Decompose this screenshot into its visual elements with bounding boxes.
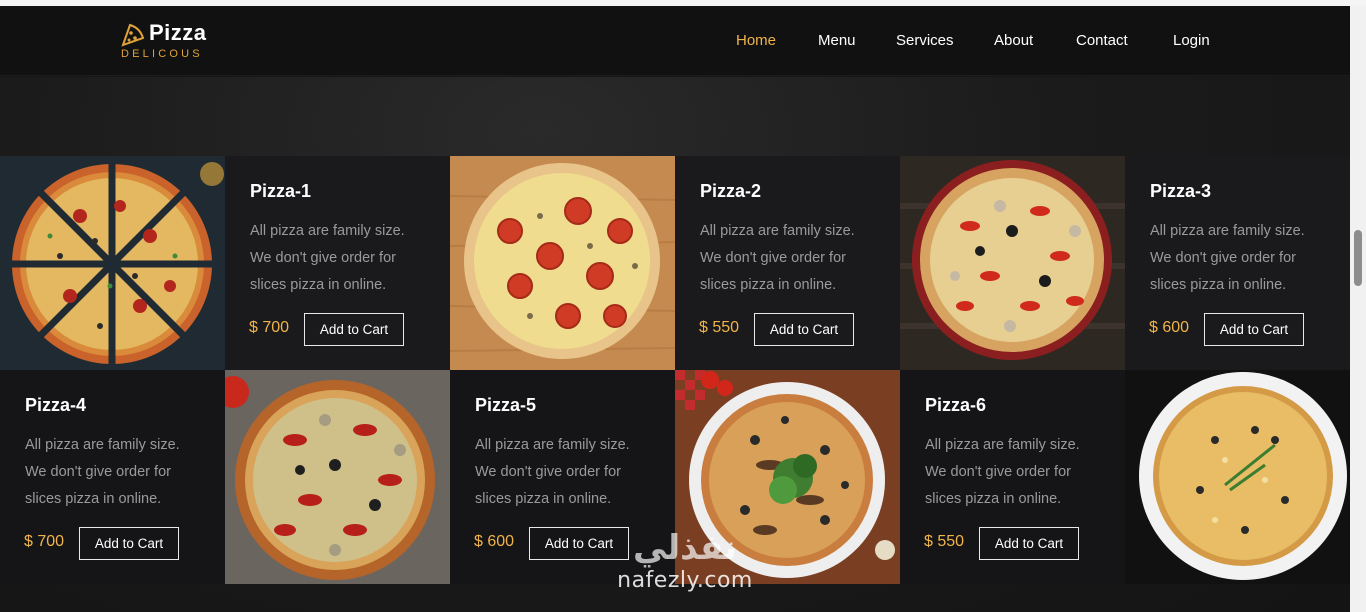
nav-login[interactable]: Login <box>1173 32 1210 49</box>
product-description: All pizza are family size. We don't give… <box>475 437 630 507</box>
main-nav: Home Menu Services About Contact Login <box>0 32 1350 52</box>
product-card-3: Pizza-3 All pizza are family size. We do… <box>1125 156 1350 370</box>
pizza-4-image <box>225 370 450 584</box>
product-description: All pizza are family size. We don't give… <box>1150 223 1305 293</box>
nav-services[interactable]: Services <box>896 32 954 49</box>
product-price: $ 550 <box>924 533 965 550</box>
product-card-2: Pizza-2 All pizza are family size. We do… <box>675 156 900 370</box>
product-description: All pizza are family size. We don't give… <box>925 437 1080 507</box>
product-name: Pizza-3 <box>1150 181 1212 201</box>
product-card-1: Pizza-1 All pizza are family size. We do… <box>225 156 450 370</box>
pizza-3-image <box>900 156 1125 370</box>
add-to-cart-button[interactable]: Add to Cart <box>304 313 404 346</box>
product-price: $ 700 <box>249 319 290 336</box>
pizza-6-image <box>1125 370 1350 584</box>
nav-about[interactable]: About <box>994 32 1033 49</box>
product-name: Pizza-4 <box>25 395 87 415</box>
add-to-cart-button[interactable]: Add to Cart <box>79 527 179 560</box>
product-price: $ 600 <box>1149 319 1190 336</box>
product-price: $ 550 <box>699 319 740 336</box>
pizza-2-image <box>450 156 675 370</box>
page-scrollbar[interactable] <box>1350 6 1366 612</box>
product-name: Pizza-6 <box>925 395 987 415</box>
product-description: All pizza are family size. We don't give… <box>250 223 405 293</box>
scrollbar-thumb[interactable] <box>1354 230 1362 286</box>
pizza-1-image <box>0 156 225 370</box>
product-name: Pizza-5 <box>475 395 537 415</box>
watermark-latin: nafezly.com <box>617 568 753 593</box>
nav-contact[interactable]: Contact <box>1076 32 1128 49</box>
product-description: All pizza are family size. We don't give… <box>700 223 855 293</box>
product-price: $ 700 <box>24 533 65 550</box>
product-name: Pizza-1 <box>250 181 312 201</box>
add-to-cart-button[interactable]: Add to Cart <box>754 313 854 346</box>
product-description: All pizza are family size. We don't give… <box>25 437 180 507</box>
product-price: $ 600 <box>474 533 515 550</box>
site-header: Pizza DELICOUS Home Menu Services About … <box>0 6 1350 76</box>
nav-home[interactable]: Home <box>736 32 776 49</box>
nav-menu[interactable]: Menu <box>818 32 856 49</box>
product-card-6: Pizza-6 All pizza are family size. We do… <box>900 370 1125 584</box>
product-name: Pizza-2 <box>700 181 762 201</box>
watermark: نفذلي nafezly.com <box>600 528 770 612</box>
add-to-cart-button[interactable]: Add to Cart <box>1204 313 1304 346</box>
watermark-arabic: نفذلي <box>632 528 738 568</box>
add-to-cart-button[interactable]: Add to Cart <box>979 527 1079 560</box>
product-card-4: Pizza-4 All pizza are family size. We do… <box>0 370 225 584</box>
